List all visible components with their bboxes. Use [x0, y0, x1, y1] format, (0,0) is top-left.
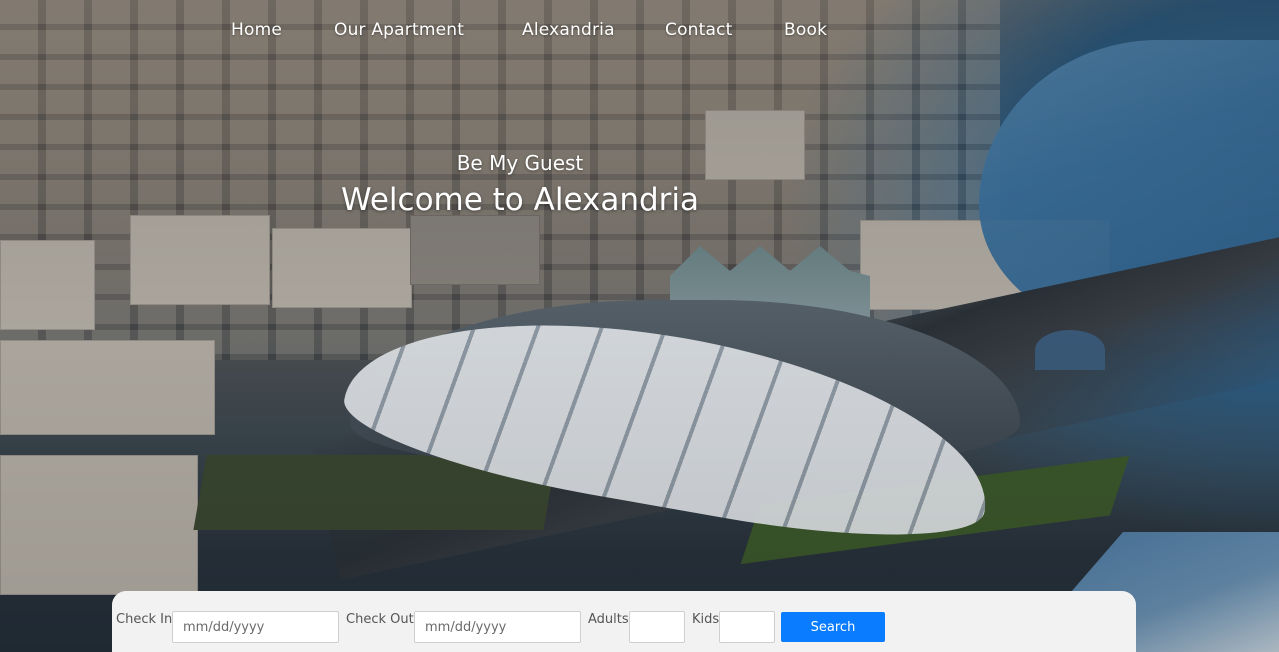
hero-title: Welcome to Alexandria [341, 182, 699, 218]
adults-input[interactable] [629, 611, 685, 643]
nav-alexandria[interactable]: Alexandria [522, 20, 615, 40]
nav-book[interactable]: Book [784, 20, 827, 40]
hero-subtitle: Be My Guest [456, 151, 584, 175]
kids-input[interactable] [719, 611, 775, 643]
kids-label: Kids [692, 612, 720, 627]
search-button[interactable]: Search [781, 612, 885, 642]
check-in-label: Check In [116, 612, 173, 627]
nav-home[interactable]: Home [231, 20, 282, 40]
nav-our-apartment[interactable]: Our Apartment [334, 20, 464, 40]
check-out-input[interactable] [414, 611, 581, 643]
main-nav: Home Our Apartment Alexandria Contact Bo… [0, 20, 1279, 46]
hero-background-image [0, 0, 1279, 652]
nav-contact[interactable]: Contact [665, 20, 733, 40]
check-in-input[interactable] [172, 611, 339, 643]
adults-label: Adults [588, 612, 629, 627]
booking-form: Check In Check Out Adults Kids Search [112, 591, 1136, 652]
check-out-label: Check Out [346, 612, 414, 627]
